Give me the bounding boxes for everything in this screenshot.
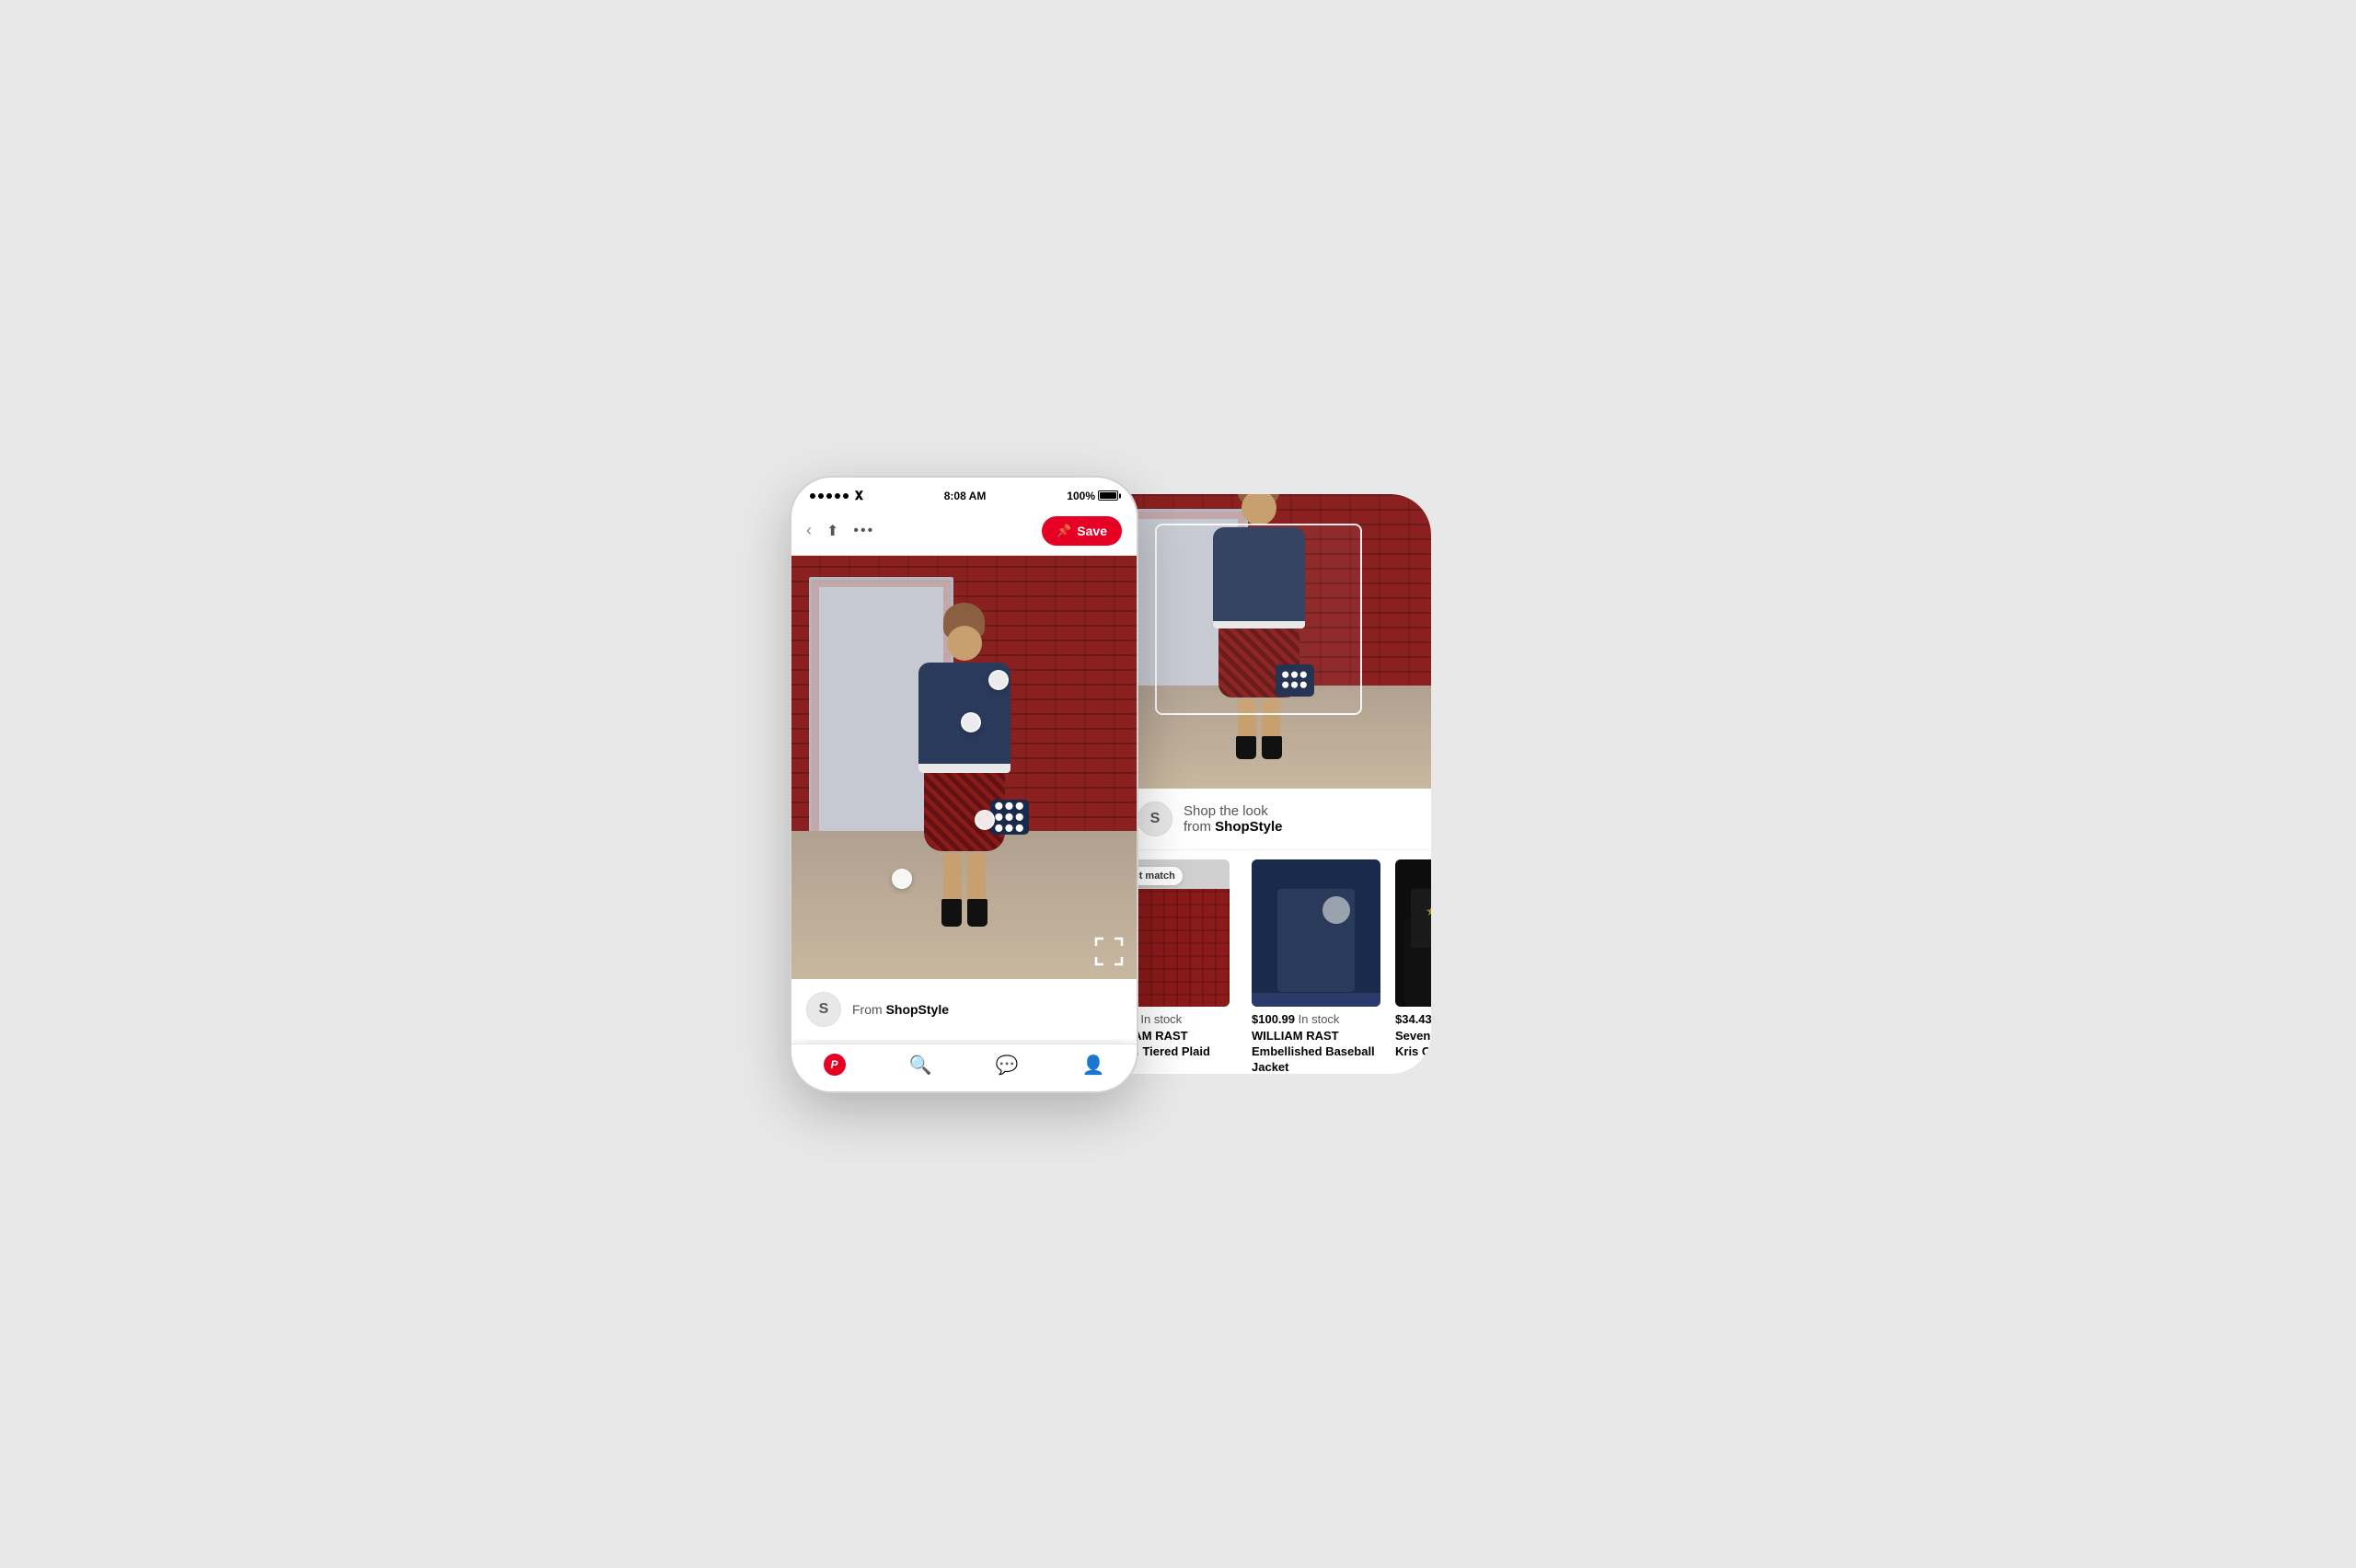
nav-search[interactable]: 🔍	[909, 1054, 932, 1077]
signal-dot	[810, 493, 815, 499]
person-figure: ⬤ ⬤ ⬤⬤ ⬤ ⬤⬤ ⬤ ⬤	[909, 603, 1020, 916]
product-scroll: Exact match $59.99 In stock WILLIAM RAST…	[1086, 850, 1431, 1074]
signal-dot	[826, 493, 832, 499]
person-boots	[909, 899, 1020, 927]
signal-dot	[843, 493, 849, 499]
shopping-dot-1[interactable]	[988, 670, 1009, 690]
person-face	[947, 626, 982, 661]
jacket-cuff	[918, 764, 1011, 773]
wifi-icon: 𝚾	[855, 489, 863, 503]
battery-icon	[1098, 490, 1118, 501]
left-phone: 𝚾 8:08 AM 100% ‹ ⬆ ••• 📌 Save	[791, 478, 1137, 1091]
person-bag: ⬤ ⬤ ⬤⬤ ⬤ ⬤⬤ ⬤ ⬤	[990, 800, 1029, 835]
signal-indicator: 𝚾	[810, 489, 863, 503]
from-text: From ShopStyle	[852, 1002, 949, 1017]
nav-chat[interactable]: 💬	[996, 1054, 1019, 1077]
right-phone: ⬤ ⬤ ⬤⬤ ⬤ ⬤ × S Shop the look from ShopSt…	[1086, 494, 1431, 1074]
person-boot-left	[941, 899, 962, 927]
product-price-2: $100.99 In stock	[1252, 1012, 1380, 1026]
product-card-2[interactable]: $100.99 In stock WILLIAM RAST Embellishe…	[1237, 850, 1388, 1074]
chat-icon: 💬	[996, 1054, 1019, 1077]
shop-header: × S Shop the look from ShopStyle	[1086, 789, 1431, 850]
product-name-3: Seven Dia Kris Com	[1395, 1029, 1431, 1060]
person-boot-right	[967, 899, 987, 927]
battery-fill	[1100, 492, 1116, 499]
bag-dots: ⬤ ⬤ ⬤⬤ ⬤ ⬤⬤ ⬤ ⬤	[995, 801, 1023, 834]
shop-source-name: ShopStyle	[1215, 819, 1282, 835]
source-avatar: S	[806, 992, 841, 1027]
shopping-dot-3[interactable]	[975, 810, 995, 830]
product-card-3[interactable]: ★ $34.43 In st Seven Dia Kris Com	[1388, 850, 1431, 1074]
more-button[interactable]: •••	[853, 523, 874, 539]
save-label: Save	[1077, 524, 1107, 538]
save-button[interactable]: 📌 Save	[1042, 516, 1122, 546]
person-legs	[909, 853, 1020, 899]
scene: 𝚾 8:08 AM 100% ‹ ⬆ ••• 📌 Save	[0, 0, 2356, 1568]
source-name: ShopStyle	[886, 1002, 949, 1017]
pin-icon: 📌	[1057, 524, 1071, 538]
product-image-3: ★	[1395, 859, 1431, 1007]
shopping-dot-4[interactable]	[892, 869, 912, 889]
share-button[interactable]: ⬆	[826, 522, 838, 540]
jacket-image-bg	[1252, 859, 1380, 1007]
pinterest-icon: P	[824, 1054, 846, 1076]
person-head-area	[909, 603, 1020, 661]
nav-home[interactable]: P	[824, 1054, 846, 1076]
status-bar-left: 𝚾 8:08 AM 100%	[791, 478, 1137, 509]
time-display: 8:08 AM	[944, 490, 987, 502]
product-name-2: WILLIAM RAST Embellished Baseball Jacket	[1252, 1029, 1380, 1074]
selection-box	[1155, 524, 1362, 715]
pin-image: ⬤ ⬤ ⬤⬤ ⬤ ⬤⬤ ⬤ ⬤	[791, 556, 1137, 979]
bottom-navigation: P 🔍 💬 👤	[791, 1043, 1137, 1091]
nav-left-controls: ‹ ⬆ •••	[806, 521, 874, 540]
signal-dot	[818, 493, 824, 499]
nav-profile[interactable]: 👤	[1082, 1054, 1105, 1077]
boot-image-bg: ★	[1395, 859, 1431, 1007]
shop-panel: × S Shop the look from ShopStyle	[1086, 789, 1431, 1074]
shopping-dot-2[interactable]	[961, 712, 981, 732]
shop-header-text: Shop the look from ShopStyle	[1184, 803, 1283, 835]
back-button[interactable]: ‹	[806, 521, 812, 540]
search-icon: 🔍	[909, 1054, 932, 1077]
signal-dot	[835, 493, 840, 499]
scan-icon[interactable]	[1094, 937, 1124, 966]
shop-source-avatar: S	[1138, 801, 1172, 836]
from-source-bar: S From ShopStyle	[791, 979, 1137, 1040]
navigation-bar: ‹ ⬆ ••• 📌 Save	[791, 509, 1137, 556]
pin-image-right: ⬤ ⬤ ⬤⬤ ⬤ ⬤	[1086, 494, 1431, 789]
battery-indicator: 100%	[1067, 490, 1118, 502]
profile-icon: 👤	[1082, 1054, 1105, 1077]
person-leg-right	[967, 853, 986, 899]
product-price-3: $34.43 In st	[1395, 1012, 1431, 1026]
battery-percent: 100%	[1067, 490, 1095, 502]
product-image-2	[1252, 859, 1380, 1007]
person-leg-left	[943, 853, 962, 899]
